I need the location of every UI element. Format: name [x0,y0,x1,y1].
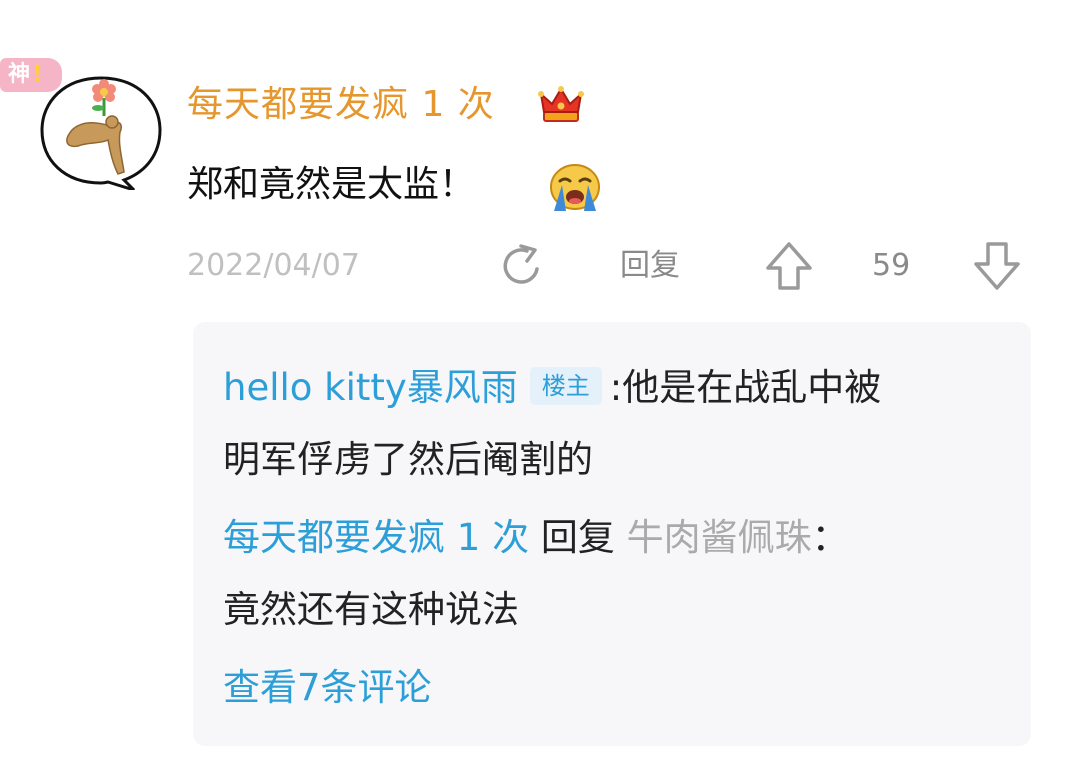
reply-1-author[interactable]: hello kitty暴风雨 [223,366,518,409]
avatar[interactable] [38,72,164,190]
op-badge: 楼主 [529,367,602,405]
replies-panel: hello kitty暴风雨 楼主:他是在战乱中被 明军俘虏了然后阉割的 每天都要… [193,322,1031,746]
upvote-icon[interactable] [762,238,816,294]
reply-2-text: 竟然还有这种说法 [223,588,519,631]
view-more-comments-link[interactable]: 查看7条评论 [223,662,432,714]
crying-face-emoji [550,164,600,211]
god-badge: 神! [0,58,62,92]
username[interactable]: 每天都要发疯 1 次 [187,82,495,128]
reply-1-text: 他是在战乱中被 [622,366,882,409]
comment-card: 神! 每天都要发疯 1 次 郑和竟然是太监！ 2022/04/07 回复 59 [0,0,1080,774]
reply-1-separator: : [609,366,623,409]
comment-text: 郑和竟然是太监！ [187,164,476,205]
reply-2-line-1: 每天都要发疯 1 次 回复 牛肉酱佩珠： [223,512,849,564]
share-icon[interactable] [497,241,547,291]
reply-2-target[interactable]: 牛肉酱佩珠 [627,516,812,559]
reply-2-separator: ： [811,516,849,559]
avatar-area[interactable]: 神! [0,44,175,204]
god-badge-mark: ! [32,62,43,87]
downvote-icon[interactable] [970,238,1024,294]
reply-1-text-cont: 明军俘虏了然后阉割的 [223,438,593,481]
reply-2-author[interactable]: 每天都要发疯 1 次 [223,516,529,559]
reply-2-reply-word: 回复 [540,516,615,559]
reply-1-line-1: hello kitty暴风雨 楼主:他是在战乱中被 [223,362,881,414]
god-badge-label: 神 [8,62,31,87]
comment-date: 2022/04/07 [187,248,360,283]
crown-icon [538,86,584,122]
vote-count: 59 [872,248,911,283]
reply-button[interactable]: 回复 [620,246,680,286]
